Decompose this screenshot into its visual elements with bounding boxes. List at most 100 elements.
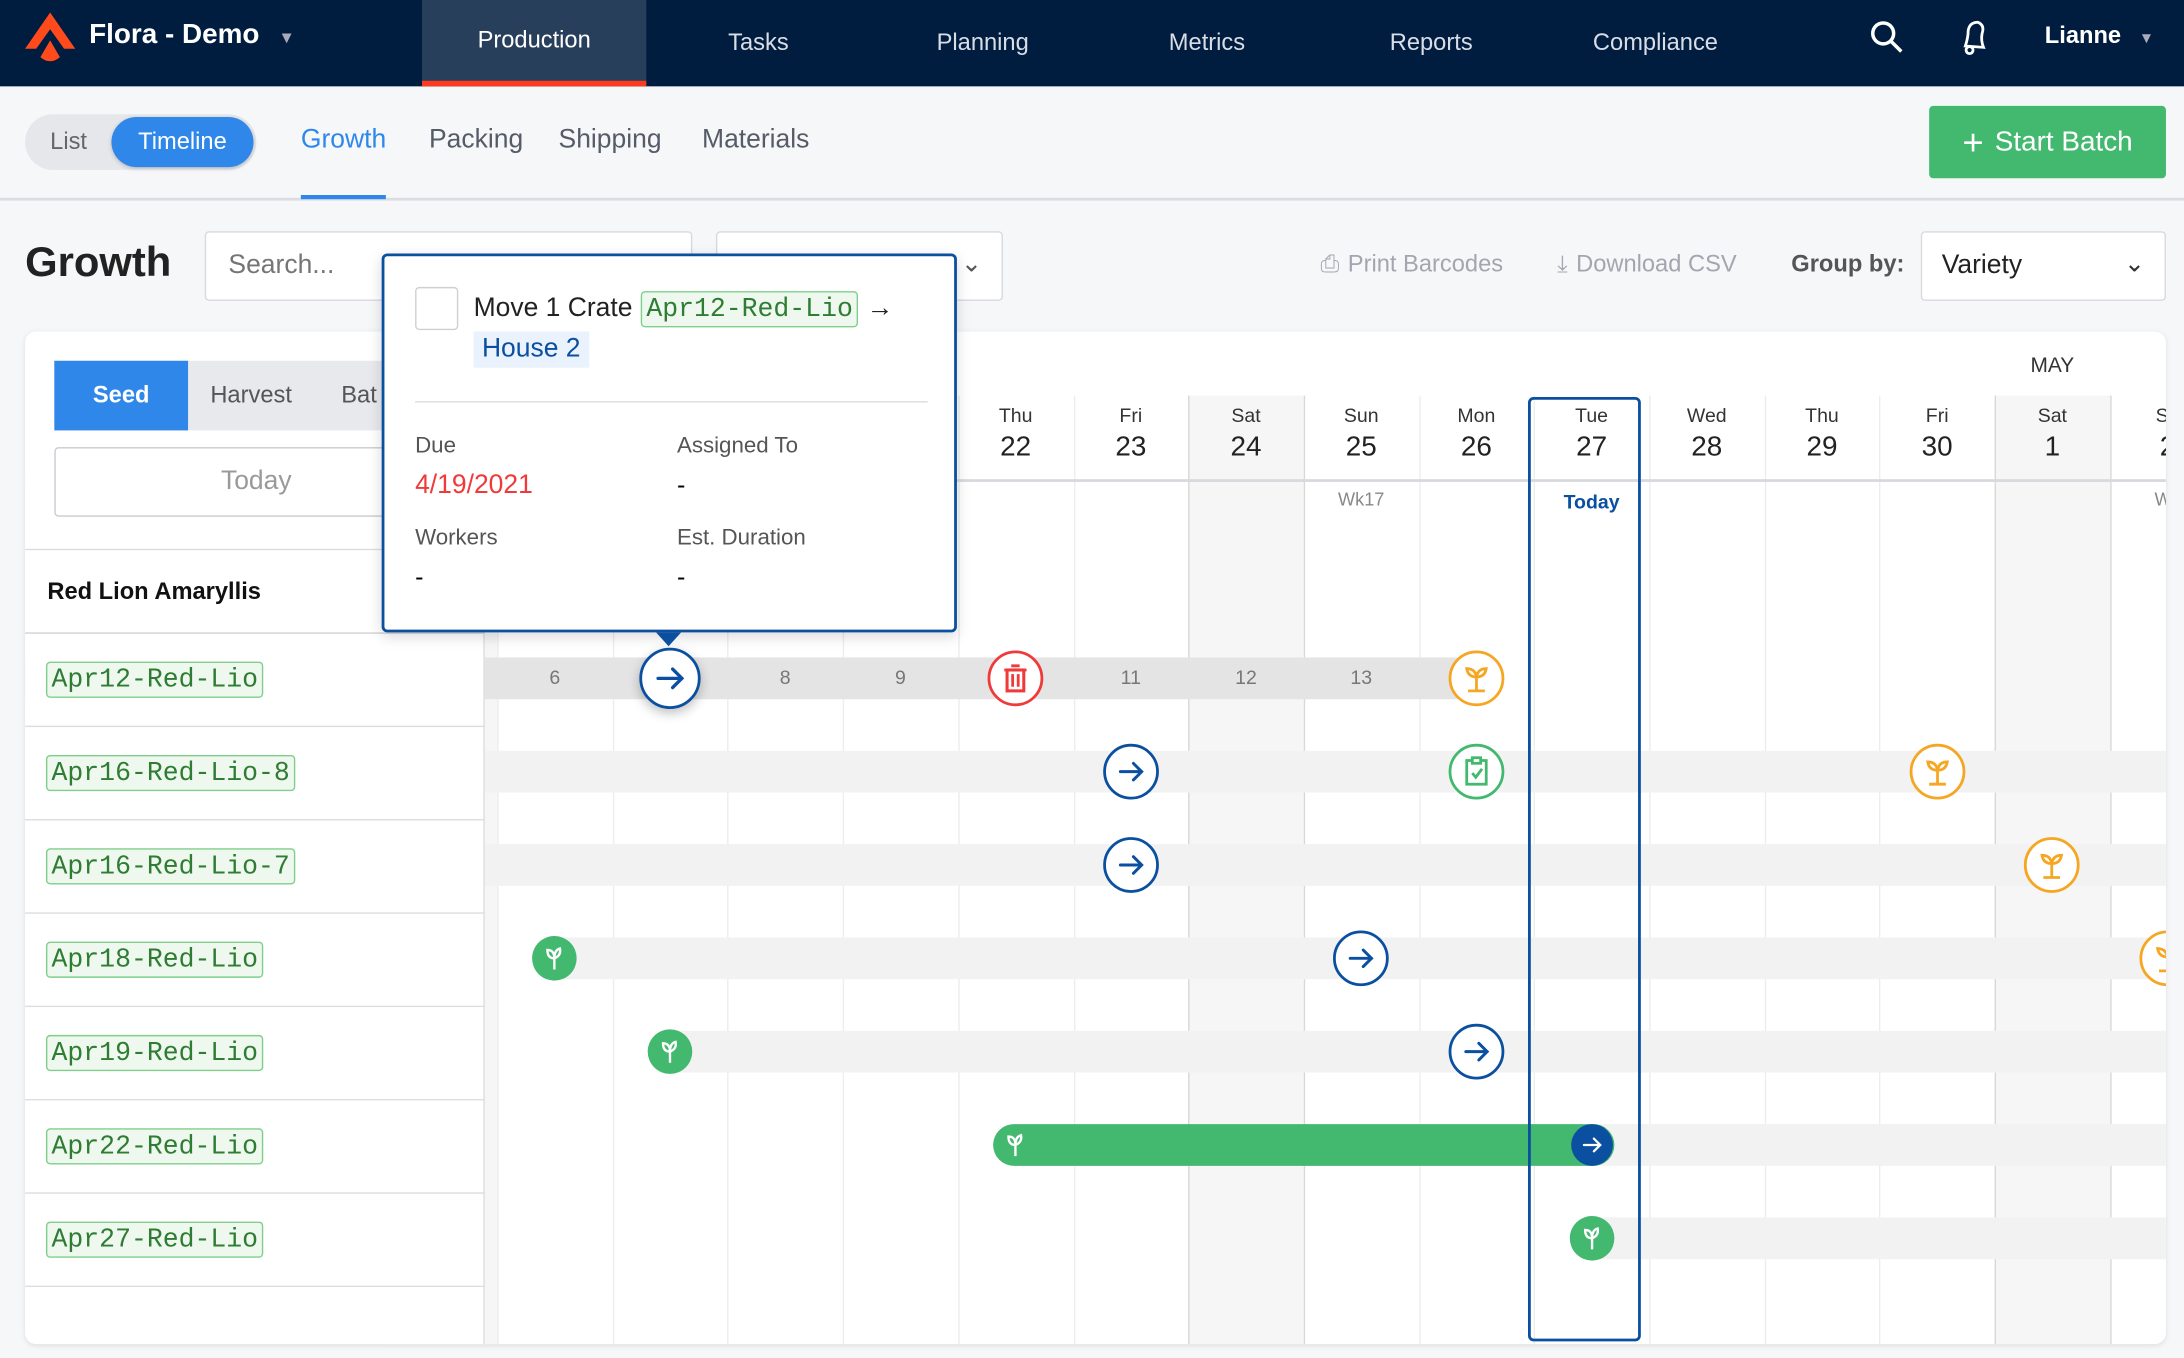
printer-icon: ⎙ (1320, 250, 1340, 278)
batch-row: Apr22-Red-Lio (25, 1100, 485, 1194)
app-title: Flora - Demo (89, 19, 260, 51)
start-batch-button[interactable]: + Start Batch (1929, 105, 2166, 179)
day-number: 30 (1921, 431, 1953, 463)
arrow-right-icon: → (866, 293, 894, 324)
nav-reports[interactable]: Reports (1319, 0, 1543, 86)
workspace-switcher[interactable]: Flora - Demo ▼ (89, 20, 295, 52)
move-event-icon[interactable] (1448, 1023, 1505, 1080)
move-event-icon[interactable] (1333, 930, 1390, 987)
mode-tabs: Seed Harvest Bat (54, 360, 389, 431)
inspect-event-icon[interactable] (1448, 743, 1505, 800)
task-checkbox[interactable] (415, 286, 459, 331)
batch-tag[interactable]: Apr18-Red-Lio (45, 941, 264, 978)
search-icon[interactable] (1869, 20, 1905, 56)
row-track (1591, 1217, 2166, 1260)
print-barcodes-button[interactable]: ⎙ Print Barcodes (1320, 251, 1503, 279)
task-popover: Move 1 Crate Apr12-Red-Lio → House 2 Due… (381, 253, 957, 633)
move-event-icon[interactable] (639, 647, 701, 709)
batch-tag[interactable]: Apr22-Red-Lio (45, 1128, 264, 1165)
tab-batch[interactable]: Bat (341, 382, 377, 410)
popover-pointer (656, 632, 682, 647)
popup-batch-tag[interactable]: Apr12-Red-Lio (640, 291, 859, 328)
day-count: 6 (549, 665, 561, 689)
nav-metrics[interactable]: Metrics (1095, 0, 1319, 86)
flora-logo-icon (25, 12, 76, 62)
bell-icon[interactable] (1956, 18, 1992, 57)
nav-planning[interactable]: Planning (871, 0, 1095, 86)
popup-destination: House 2 (473, 331, 589, 368)
day-of-week: Mon (1457, 403, 1496, 427)
day-count: 13 (1350, 665, 1373, 689)
day-number: 28 (1691, 431, 1723, 463)
download-csv-button[interactable]: ⤓ Download CSV (1557, 251, 1736, 279)
day-of-week: Thu (1805, 403, 1839, 427)
batch-row: Apr16-Red-Lio-7 (25, 820, 485, 914)
nav-compliance[interactable]: Compliance (1543, 0, 1767, 86)
trash-event-icon[interactable] (987, 650, 1044, 707)
group-by-select[interactable]: Variety ⌄ (1920, 231, 2166, 301)
assigned-label: Assigned To (676, 434, 798, 459)
tab-materials[interactable]: Materials (702, 125, 809, 156)
day-number: 26 (1460, 431, 1492, 463)
duration-label: Est. Duration (676, 526, 806, 551)
day-number: 25 (1345, 431, 1377, 463)
batch-row: Apr19-Red-Lio (25, 1007, 485, 1101)
day-count: 11 (1120, 665, 1141, 689)
timeline-card: Thu 22 Fri 23 Sat 24 Sun 25 Mon 26 Tue 27 Wed 28 Thu 29… (25, 331, 2166, 1345)
user-name: Lianne (2044, 22, 2122, 49)
batch-row: Apr16-Red-Lio-8 (25, 727, 485, 821)
print-label: Print Barcodes (1347, 250, 1504, 278)
day-of-week: Wed (1686, 403, 1727, 427)
batch-tag[interactable]: Apr27-Red-Lio (45, 1221, 264, 1258)
tab-shipping[interactable]: Shipping (559, 125, 662, 156)
due-value: 4/19/2021 (415, 470, 533, 501)
day-count: 8 (779, 665, 791, 689)
day-number: 23 (1115, 431, 1147, 463)
harvest-event-icon[interactable] (1909, 743, 1966, 800)
caret-down-icon: ▼ (278, 27, 295, 48)
workers-value: - (415, 562, 424, 591)
caret-down-icon: ▼ (2138, 30, 2155, 48)
move-event-icon[interactable] (1102, 837, 1159, 893)
growth-bar[interactable] (993, 1124, 1614, 1166)
day-of-week: Sat (2037, 403, 2067, 427)
batch-tag[interactable]: Apr16-Red-Lio-8 (45, 754, 296, 792)
list-view-button[interactable]: List (50, 128, 87, 156)
batch-row: Apr18-Red-Lio (25, 914, 485, 1008)
page-title: Growth (25, 239, 172, 286)
move-event-icon[interactable] (1102, 743, 1159, 800)
batch-tag[interactable]: Apr16-Red-Lio-7 (45, 848, 296, 885)
due-label: Due (415, 434, 456, 459)
group-by-value: Variety (1941, 250, 2023, 280)
timeline-view-button[interactable]: Timeline (111, 117, 254, 168)
seed-event-icon[interactable] (647, 1029, 693, 1074)
workers-label: Workers (415, 526, 498, 551)
row-track (1591, 1124, 2166, 1166)
harvest-event-icon[interactable] (1448, 650, 1505, 707)
day-number: 22 (1000, 431, 1032, 463)
user-menu[interactable]: Lianne ▼ (2045, 22, 2154, 50)
nav-production[interactable]: Production (422, 0, 647, 87)
day-count: 12 (1235, 665, 1257, 689)
day-count: 9 (894, 665, 906, 689)
tab-growth[interactable]: Growth (300, 125, 387, 200)
duration-value: - (676, 562, 686, 591)
tab-seed[interactable]: Seed (54, 360, 189, 431)
day-of-week: Thu (998, 403, 1033, 427)
tab-harvest[interactable]: Harvest (210, 382, 292, 410)
assigned-value: - (676, 470, 686, 499)
nav-tasks[interactable]: Tasks (646, 0, 870, 86)
batch-tag[interactable]: Apr12-Red-Lio (45, 661, 264, 698)
batch-row: Apr12-Red-Lio (25, 634, 485, 728)
tab-packing[interactable]: Packing (429, 125, 523, 156)
day-number: 1 (2044, 431, 2061, 463)
week-label: Wk (2112, 489, 2165, 510)
top-nav: Flora - Demo ▼ Production Tasks Planning Me… (0, 0, 2184, 87)
day-of-week: Fri (1119, 403, 1143, 427)
day-of-week: Sat (1231, 403, 1261, 427)
row-track (670, 1030, 2166, 1073)
day-of-week: Sun (1343, 403, 1379, 427)
today-column-highlight (1528, 396, 1641, 1342)
batch-tag[interactable]: Apr19-Red-Lio (45, 1034, 264, 1072)
week-label: Wk17 (1338, 488, 1385, 510)
